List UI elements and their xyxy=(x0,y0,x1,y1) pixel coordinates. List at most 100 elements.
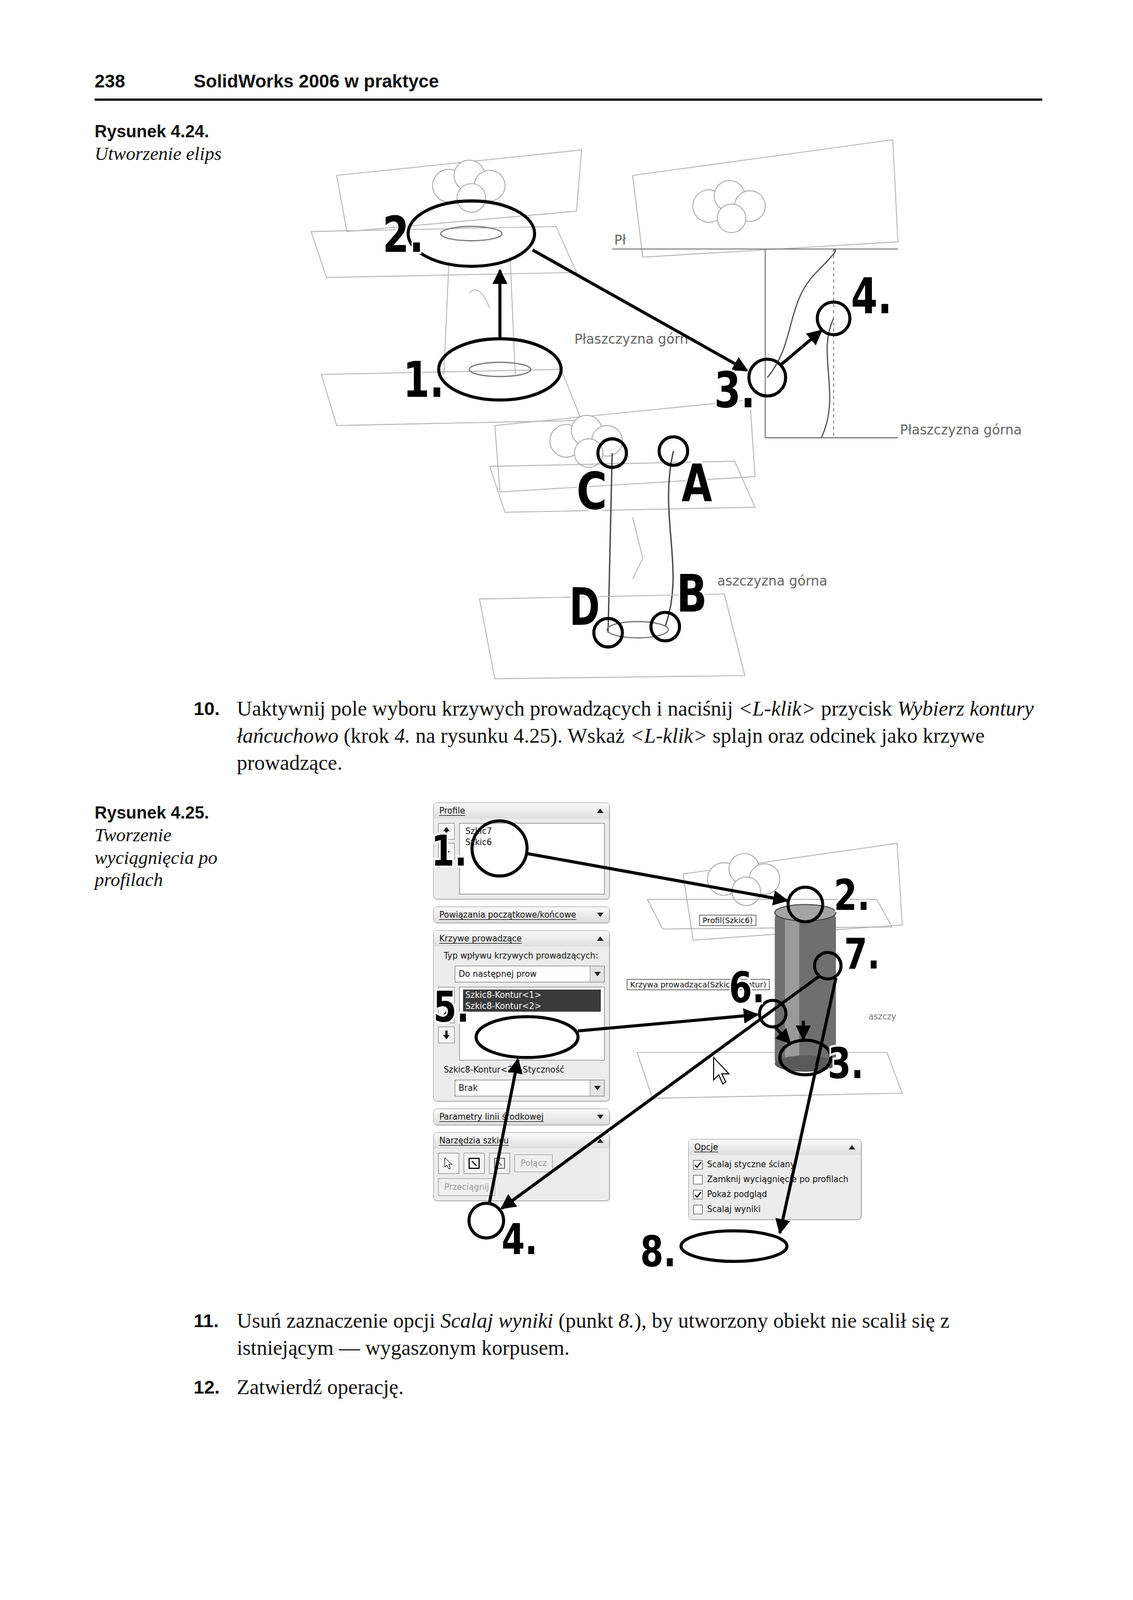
step-number: 10. xyxy=(193,694,237,777)
figure-caption: Rysunek 4.25.Tworzenie wyciągnięcia po p… xyxy=(94,802,306,1277)
option-checkbox[interactable]: Scalaj wyniki xyxy=(693,1203,857,1215)
profiles-panel: Profile Szkic7Szkic6 xyxy=(433,802,610,899)
plane-line xyxy=(765,437,898,439)
checkbox-box[interactable] xyxy=(693,1204,703,1214)
callout-ring xyxy=(438,338,561,400)
step-text: Uaktywnij pole wyboru krzywych prowadząc… xyxy=(236,694,1043,777)
book-page: 238SolidWorks 2006 w praktyce Rysunek 4.2… xyxy=(0,0,1133,1600)
arrow-down-icon xyxy=(442,1029,451,1040)
expand-icon xyxy=(596,912,604,917)
option-label: Scalaj styczne ściany xyxy=(707,1159,795,1170)
callout-number: 1. xyxy=(431,825,468,876)
guides-panel: Krzywe prowadzące Typ wpływu krzywych pro… xyxy=(433,929,610,1101)
panel-title: Parametry linii środkowej xyxy=(439,1111,544,1122)
collapse-icon xyxy=(848,1144,856,1150)
callout-number: 7. xyxy=(844,928,881,979)
callout-arrow xyxy=(498,270,502,339)
callout-number: 3. xyxy=(827,1037,864,1088)
check-icon xyxy=(694,1190,702,1198)
callout-ring xyxy=(759,1000,787,1027)
step-list: 11.Usuń zaznaczenie opcji Scalaj wyniki … xyxy=(193,1306,1043,1401)
callout-ring xyxy=(681,1230,788,1261)
chain-select-button[interactable] xyxy=(463,1152,485,1174)
plane-label: Płaszczyzna górna xyxy=(900,422,1022,438)
drag-button[interactable]: Przeciągnij xyxy=(438,1177,496,1196)
book-title: SolidWorks 2006 w praktyce xyxy=(193,70,439,92)
panel-header[interactable]: Narzędzia szkicu xyxy=(433,1132,610,1148)
option-label: Zamknij wyciągnięcie po profilach xyxy=(707,1173,849,1185)
list-item[interactable]: Szkic8-Kontur<1> xyxy=(463,989,601,1001)
option-checkbox[interactable]: Zamknij wyciągnięcie po profilach xyxy=(693,1173,857,1185)
figure-loft: Profile Szkic7Szkic6 Powiązania początkowe… xyxy=(428,802,908,1277)
move-up-button[interactable] xyxy=(438,1006,455,1023)
figure-caption: Rysunek 4.24.Utworzenie elips xyxy=(94,121,306,681)
callout-arrow xyxy=(489,1058,519,1203)
plane-label: aszczy xyxy=(868,1011,897,1022)
list-item[interactable]: Szkic8-Kontur<2> xyxy=(463,1000,601,1012)
influence-dropdown[interactable]: Do następnej prow xyxy=(454,965,605,982)
caption-text: Utworzenie elips xyxy=(94,142,306,166)
panel-header[interactable]: Parametry linii środkowej xyxy=(433,1108,610,1125)
arrow-up-icon xyxy=(442,1009,451,1020)
pointer-icon xyxy=(444,1156,454,1169)
profiles-list[interactable]: Szkic7Szkic6 xyxy=(459,822,605,895)
collapse-icon xyxy=(596,1137,604,1143)
expand-icon xyxy=(596,1114,604,1119)
move-up-button[interactable] xyxy=(438,822,455,840)
dimension-line xyxy=(833,248,835,438)
tangency-dropdown[interactable]: Brak xyxy=(454,1079,605,1096)
panel-title: Profile xyxy=(439,805,466,816)
influence-label: Typ wpływu krzywych prowadzących: xyxy=(438,950,605,961)
callout-arrow xyxy=(532,250,747,371)
checkbox-box[interactable] xyxy=(693,1159,703,1169)
loft-highlight xyxy=(785,916,800,1059)
join-button[interactable]: Połącz xyxy=(514,1154,553,1172)
relations-panel: Powiązania początkowe/końcowe xyxy=(433,906,610,923)
select-tool-button[interactable] xyxy=(438,1152,460,1174)
guide-spline xyxy=(821,318,834,438)
list-item[interactable]: Szkic7 xyxy=(463,825,601,837)
move-down-button[interactable] xyxy=(438,842,455,860)
callout-ring xyxy=(780,1039,831,1075)
model-hair xyxy=(692,180,766,233)
loft-top xyxy=(774,903,836,921)
panel-title: Narzędzia szkicu xyxy=(439,1135,509,1146)
ellipse-sketch xyxy=(469,362,531,377)
callout-number: 5. xyxy=(433,981,470,1032)
callout-number: 3. xyxy=(714,361,756,419)
model-body xyxy=(336,149,582,232)
move-down-button[interactable] xyxy=(438,1026,455,1043)
sketch-tools-panel: Narzędzia szkicu Połącz Przeciągnij xyxy=(433,1131,610,1201)
list-item[interactable]: Szkic6 xyxy=(463,836,601,848)
guide-line xyxy=(607,453,612,633)
figure-ellipses: PłPłaszczyzna górnaPłaszczyzna górnaszcz… xyxy=(305,129,1031,681)
panel-header[interactable]: Profile xyxy=(433,802,610,819)
option-checkbox[interactable]: Scalaj styczne ściany xyxy=(693,1159,857,1170)
point-label: B xyxy=(676,563,708,624)
loft-body xyxy=(774,912,836,1065)
panel-title: Powiązania początkowe/końcowe xyxy=(439,909,577,920)
panel-header[interactable]: Powiązania początkowe/końcowe xyxy=(433,906,610,923)
panel-header[interactable]: Opcje xyxy=(688,1139,861,1155)
plane-line xyxy=(612,248,898,250)
panel-header[interactable]: Krzywe prowadzące xyxy=(433,930,610,947)
tangency-label: Szkic8-Kontur<2>-Styczność xyxy=(438,1064,605,1075)
guides-list[interactable]: Szkic8-Kontur<1>Szkic8-Kontur<2> xyxy=(459,986,605,1060)
plane-label: aszczyzna górna xyxy=(717,573,828,589)
step-number: 12. xyxy=(193,1373,237,1401)
loft-bottom xyxy=(774,1054,836,1072)
checkbox-box[interactable] xyxy=(693,1174,703,1184)
callout-ring xyxy=(471,820,527,876)
page-number: 238 xyxy=(94,70,194,92)
option-checkbox[interactable]: Pokaż podgląd xyxy=(693,1188,857,1200)
checkbox-box[interactable] xyxy=(693,1189,703,1199)
guide-tag: Krzywa prowadząca(Szkic8-Kontur) xyxy=(626,978,770,990)
group-select-button[interactable] xyxy=(489,1152,511,1174)
select-icon-button[interactable] xyxy=(438,986,455,1003)
callout-ring xyxy=(814,952,841,979)
callout-ring xyxy=(476,1016,579,1058)
guide-spline xyxy=(664,450,674,627)
step-text: Usuń zaznaczenie opcji Scalaj wyniki (pu… xyxy=(236,1306,1043,1361)
bottom-plane xyxy=(321,368,582,425)
callout-ring xyxy=(408,200,535,267)
